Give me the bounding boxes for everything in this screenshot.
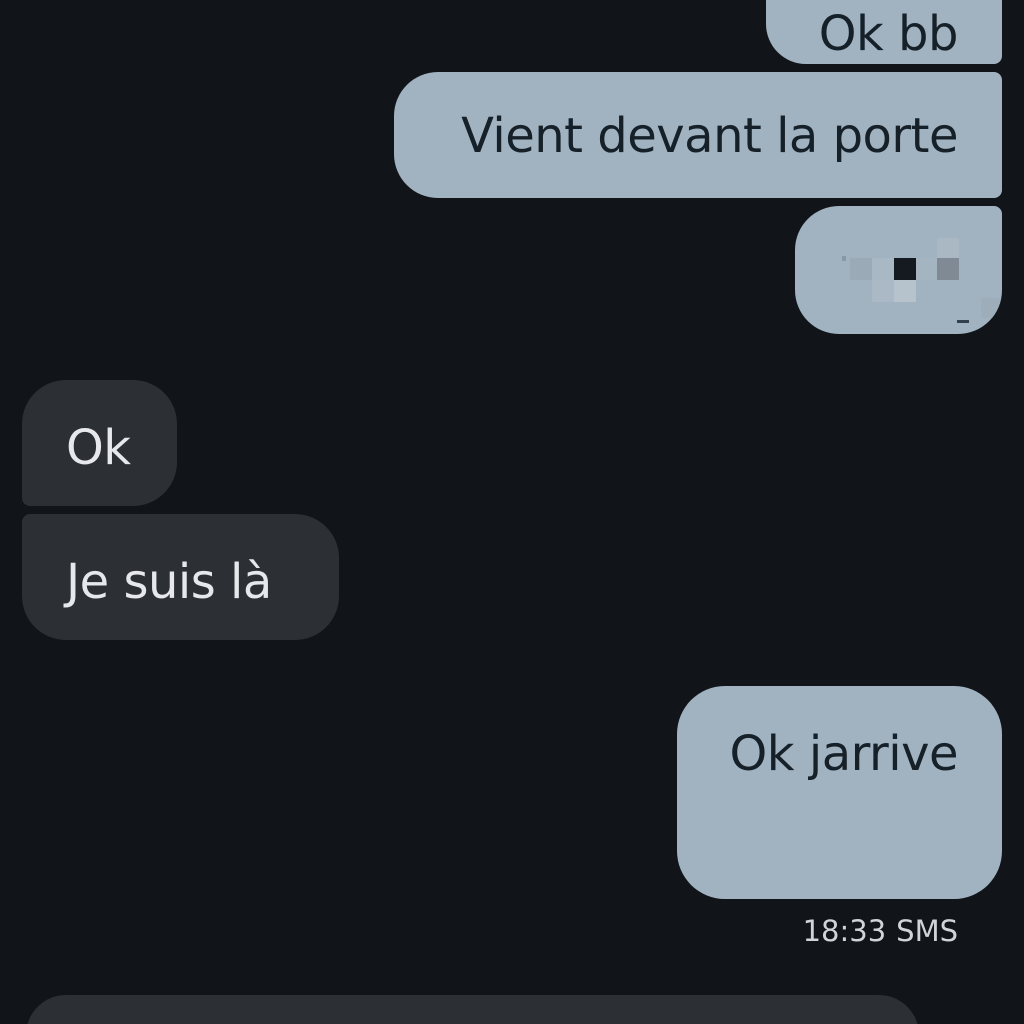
message-type: SMS — [896, 914, 958, 948]
message-text: Ok jarrive — [729, 726, 959, 782]
message-text: Ok — [66, 420, 131, 476]
sent-message-bubble[interactable]: Vient devant la porte — [394, 72, 1002, 198]
received-message-bubble[interactable]: Je suis là — [22, 514, 339, 640]
sent-emoji-bubble[interactable] — [795, 206, 1002, 334]
message-text: Je suis là — [66, 554, 272, 610]
sent-message-bubble[interactable]: Ok bb — [766, 0, 1002, 64]
received-message-bubble[interactable]: Ok — [22, 380, 177, 506]
compose-message-field[interactable] — [26, 995, 919, 1024]
conversation-screen: Ok bb Vient devant la porte Ok Je suis l… — [0, 0, 1024, 1024]
message-timestamp: 18:33 SMS — [793, 914, 958, 948]
message-text: Ok bb — [818, 6, 959, 62]
message-text: Vient devant la porte — [461, 108, 958, 164]
sent-message-bubble[interactable]: Ok jarrive — [677, 686, 1002, 899]
message-time: 18:33 — [802, 914, 887, 948]
